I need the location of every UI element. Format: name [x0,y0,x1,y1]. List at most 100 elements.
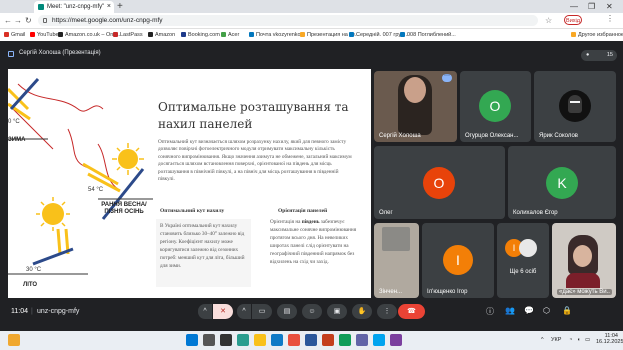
tray-chevron-icon[interactable]: ^ [541,337,544,343]
app-icon[interactable] [373,334,385,346]
tile-name: Іл'ющенко Ігор [427,289,468,295]
people-panel-icon[interactable]: 👥 [505,306,515,315]
bookmark-item[interactable]: LastPass [113,29,143,41]
mic-off-icon: ✕ [220,308,226,315]
taskview-icon[interactable] [220,334,232,346]
participant-face [573,245,592,267]
minimize-button[interactable]: — [570,0,578,13]
bookmark-label: Gmail [11,32,26,38]
tile-participant[interactable]: «дає» можуть Ви.. [552,223,616,298]
tab-close-icon[interactable]: × [107,1,111,13]
tile-name: Ярик Соколов [539,133,578,139]
activities-icon[interactable]: ⬡ [543,306,550,315]
battery-icon[interactable]: ▭ [585,337,590,343]
tile-participant[interactable]: K Колихалов Єгор [508,146,616,219]
tile-more-icon[interactable]: ⋯ [442,73,452,82]
tile-name: Зінчен... [379,289,403,295]
volume-icon[interactable]: ◖ [577,337,580,343]
bookmark-item[interactable]: Gmail [4,29,25,41]
word-icon[interactable] [305,334,317,346]
bookmark-favicon-icon [30,32,35,37]
clock[interactable]: 11:04 16.12.2025 [596,333,623,345]
info-icon[interactable]: ⓘ [486,306,494,317]
mic-off-button[interactable]: ✕ [213,304,233,319]
tile-participant[interactable]: O Огурцов Олексан... [460,71,531,142]
search-icon[interactable] [203,334,215,346]
bookmark-item[interactable]: YouTube [30,29,59,41]
bookmark-item[interactable]: Amazon [148,29,175,41]
present-button[interactable]: ▣ [327,304,347,319]
teams-icon[interactable] [356,334,368,346]
keyboard-language[interactable]: УКР [551,337,561,343]
browser-tab[interactable]: Meet: "unz-cnpg-mfy" × [34,1,114,13]
forward-button[interactable]: → [14,14,22,27]
slide-title: Оптимальне розташування та нахил панелей [158,100,349,131]
bookmark-item[interactable]: Amazon.co.uk – Onli... [58,29,120,41]
tile-participant[interactable]: I Іл'ющенко Ігор [422,223,494,298]
raise-hand-button[interactable]: ✋ [352,304,372,319]
meeting-code: unz-cnpg-mfy [37,308,80,315]
wifi-icon[interactable]: ◔ [569,337,572,343]
camera-off-button[interactable]: ▭ [252,304,272,319]
temp-summer: 30 °C [26,267,42,273]
participants-pill[interactable]: ● 15 [581,50,617,61]
app-icon[interactable] [390,334,402,346]
star-icon[interactable]: ☆ [545,16,552,25]
video-options-button[interactable]: ^ [237,304,251,319]
more-options-button[interactable]: ⋮ [377,304,397,319]
meeting-time: 11:04 [11,308,28,315]
close-window-button[interactable]: ✕ [606,0,613,13]
back-button[interactable]: ← [4,14,12,27]
emoji-button[interactable]: ☺ [302,304,322,319]
chrome-icon[interactable] [339,334,351,346]
host-controls-icon[interactable]: 🔒 [562,306,572,315]
menu-icon[interactable]: ⋮ [606,14,614,23]
bookmark-favicon-icon [113,32,118,37]
new-tab-button[interactable]: + [117,0,123,13]
store-icon[interactable] [288,334,300,346]
leave-call-button[interactable]: ☎ [398,304,425,319]
captions-button[interactable]: ▤ [277,304,297,319]
tile-participant[interactable]: Ярик Соколов [534,71,616,142]
profile-button[interactable]: Вихід [564,15,582,25]
tile-more-people[interactable]: I Ще 6 осіб [497,223,549,298]
reload-button[interactable]: ↻ [25,14,32,27]
tile-name: Колихалов Єгор [513,210,558,216]
weather-icon[interactable] [8,334,20,346]
season-summer: ЛІТО [23,282,38,288]
people-icon: ● [586,52,590,58]
tile-presenter[interactable]: ⋯ Сергій Холоша [374,71,457,142]
bookmark-label: Почта vkozyrenko... [256,32,306,38]
start-icon[interactable] [186,334,198,346]
maximize-button[interactable]: ❐ [588,0,595,13]
chat-icon[interactable]: 💬 [524,306,534,315]
powerpoint-icon[interactable] [322,334,334,346]
bookmark-item[interactable]: Почта vkozyrenko... [249,29,305,41]
tile-participant[interactable]: O Олег [374,146,505,219]
app-icon[interactable] [237,334,249,346]
bookmark-item[interactable]: Другое избранное [571,29,623,41]
participant-body [566,273,600,288]
bookmark-item[interactable]: Booking.com [181,29,220,41]
address-bar[interactable]: https://meet.google.com/unz-cnpg-mfy [38,15,538,26]
present-icon: ▣ [333,308,341,315]
col1-text: В Україні оптимальний кут нахилу станови… [160,223,245,269]
avatar: I [443,245,473,275]
tile-name: «дає» можуть Ви.. [557,289,612,295]
audio-options-button[interactable]: ^ [198,304,212,319]
url-text: https://meet.google.com/unz-cnpg-mfy [52,17,163,24]
bookmark-favicon-icon [300,32,305,37]
edge-icon[interactable] [271,334,283,346]
bookmark-label: Booking.com [188,32,220,38]
explorer-icon[interactable] [254,334,266,346]
shared-slide: 0 °C ЗИМА 54 °C РАННЯ ВЕСНА/ ПІЗНЯ ОСІНЬ… [8,69,371,298]
lock-icon [43,18,47,23]
col2-text: Орієнтація на південь забезпечує максима… [270,219,357,265]
bookmark-item[interactable]: Acer [221,29,239,41]
bookmark-item[interactable]: 008 Поглиблений... [400,29,456,41]
tile-participant[interactable]: Зінчен... [374,223,419,298]
bookmark-favicon-icon [4,32,9,37]
col1-heading: Оптимальний кут нахилу [160,208,225,214]
temp-spring: 54 °C [88,187,104,193]
captions-icon: ▤ [283,308,291,315]
